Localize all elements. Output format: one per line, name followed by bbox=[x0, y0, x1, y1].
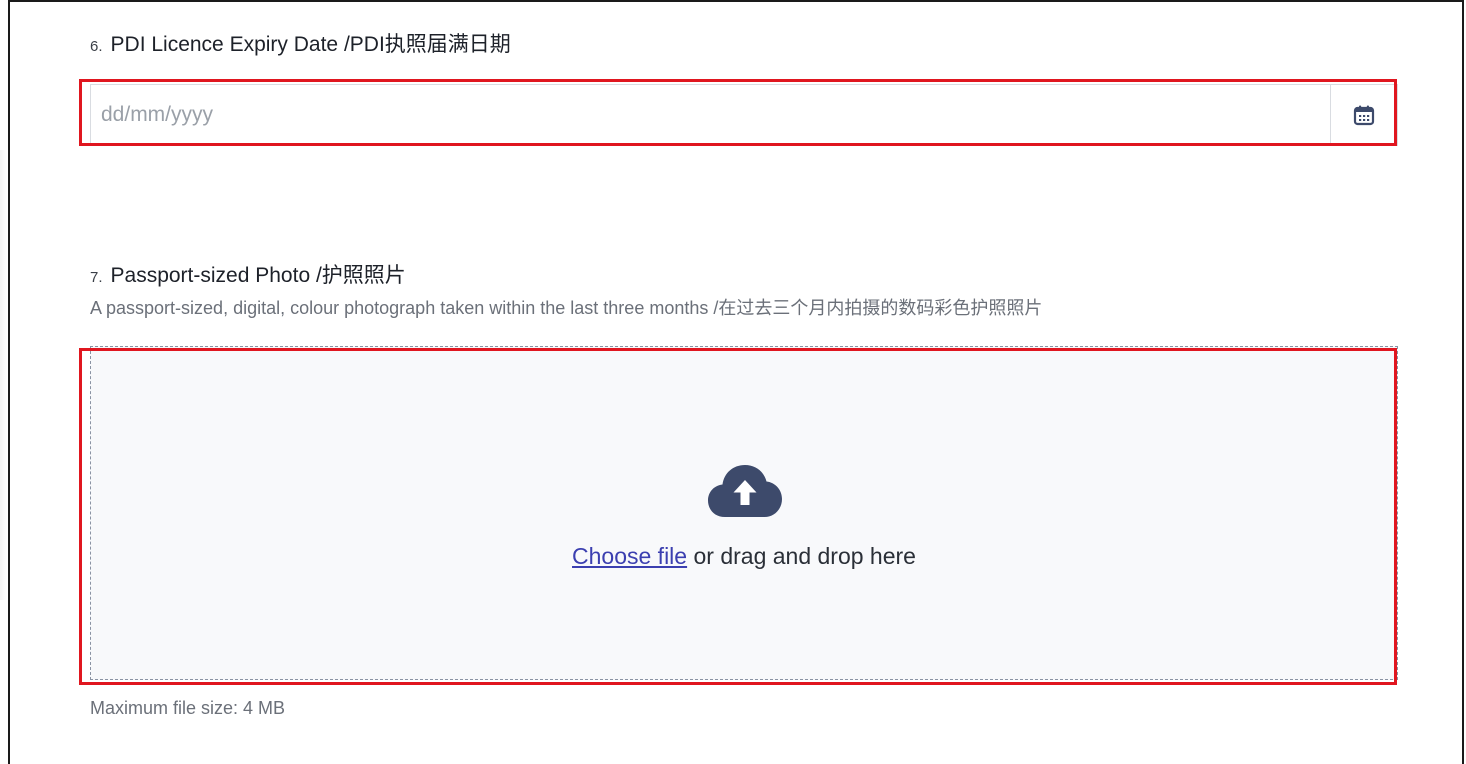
cloud-upload-icon bbox=[708, 465, 782, 517]
question-7-heading: 7. Passport-sized Photo /护照照片 bbox=[90, 259, 406, 289]
photo-dropzone[interactable]: Choose file or drag and drop here bbox=[90, 346, 1398, 680]
question-6-title: PDI Licence Expiry Date /PDI执照届满日期 bbox=[110, 33, 511, 56]
max-file-size-note: Maximum file size: 4 MB bbox=[90, 698, 286, 718]
expiry-date-input[interactable] bbox=[101, 85, 1329, 145]
expiry-date-field[interactable] bbox=[90, 84, 1398, 146]
question-7-title: Passport-sized Photo /护照照片 bbox=[110, 264, 406, 287]
calendar-button[interactable] bbox=[1330, 85, 1397, 145]
choose-file-link[interactable]: Choose file bbox=[572, 543, 687, 569]
question-7-number: 7. bbox=[90, 269, 103, 286]
question-6-heading: 6. PDI Licence Expiry Date /PDI执照届满日期 bbox=[90, 28, 511, 58]
panel-shadow bbox=[0, 150, 8, 600]
drag-drop-text: or drag and drop here bbox=[687, 543, 916, 569]
photo-description: A passport-sized, digital, colour photog… bbox=[90, 298, 1043, 318]
dropzone-text: Choose file or drag and drop here bbox=[91, 543, 1397, 570]
calendar-icon bbox=[1353, 105, 1375, 126]
question-6-number: 6. bbox=[90, 38, 103, 55]
